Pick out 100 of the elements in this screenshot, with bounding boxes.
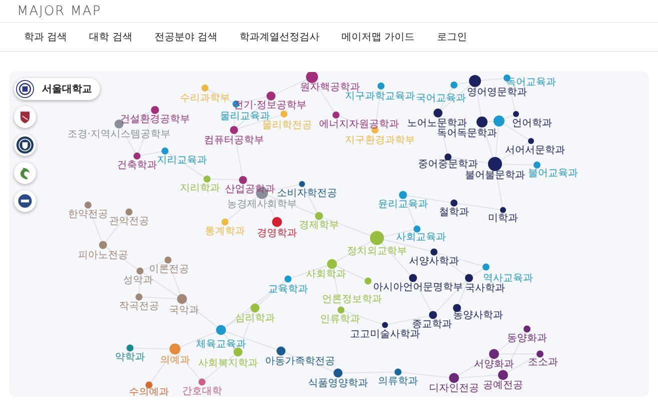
graph-node[interactable] <box>409 274 417 282</box>
graph-node[interactable] <box>146 382 152 388</box>
graph-node[interactable] <box>239 176 247 184</box>
node-label[interactable]: 한약전공 <box>68 209 108 220</box>
node-label[interactable]: 독어독문학과 <box>437 128 497 139</box>
graph-node[interactable] <box>382 322 388 328</box>
node-label[interactable]: 아시아언어문명학부 <box>373 282 463 293</box>
node-label[interactable]: 서양사학과 <box>409 256 459 267</box>
graph-node[interactable] <box>528 138 534 144</box>
graph-node[interactable] <box>453 304 461 312</box>
graph-node[interactable] <box>338 306 344 314</box>
node-label[interactable]: 언어학과 <box>512 118 552 129</box>
graph-node[interactable] <box>202 84 208 92</box>
graph-node[interactable] <box>204 176 210 182</box>
graph-node[interactable] <box>306 72 318 83</box>
graph-node[interactable] <box>469 75 481 87</box>
graph-node[interactable] <box>151 106 159 114</box>
nav-link[interactable]: 전공분야 검색 <box>154 30 218 44</box>
graph-node[interactable] <box>230 126 238 134</box>
node-label[interactable]: 서어서문학과 <box>505 145 565 156</box>
node-label[interactable]: 미학과 <box>488 213 518 224</box>
node-label[interactable]: 디자인전공 <box>429 383 479 394</box>
node-label[interactable]: 철학과 <box>439 207 469 218</box>
node-label[interactable]: 이론전공 <box>149 264 189 275</box>
graph-node[interactable] <box>222 218 228 226</box>
node-label[interactable]: 동양사학과 <box>453 310 503 321</box>
graph-node[interactable] <box>482 264 490 270</box>
graph-node[interactable] <box>394 368 402 376</box>
node-label[interactable]: 노어노문학과 <box>407 118 467 129</box>
graph-node[interactable] <box>399 191 407 199</box>
node-label[interactable]: 국사학과 <box>465 283 505 294</box>
graph-node[interactable] <box>444 154 452 160</box>
graph-node[interactable] <box>364 278 372 284</box>
node-label[interactable]: 피아노전공 <box>78 250 128 261</box>
university-button[interactable]: 서울대학교 <box>14 78 100 100</box>
node-label[interactable]: 관악전공 <box>109 216 149 227</box>
graph-node[interactable] <box>164 256 172 264</box>
university-button[interactable] <box>14 190 36 212</box>
node-label[interactable]: 소비자학전공 <box>277 188 337 199</box>
node-label[interactable]: 작곡전공 <box>119 301 159 312</box>
node-label[interactable]: 불어불문학과 <box>465 170 525 181</box>
graph-node[interactable] <box>234 348 242 356</box>
graph-node[interactable] <box>372 126 378 134</box>
node-label[interactable]: 경영학과 <box>257 228 297 239</box>
graph-node[interactable] <box>315 212 323 220</box>
node-label[interactable]: 고고미술사학과 <box>350 329 420 340</box>
graph-node[interactable] <box>334 368 342 378</box>
node-label[interactable]: 건설환경공학부 <box>120 114 190 125</box>
graph-node[interactable] <box>465 274 473 282</box>
graph-node[interactable] <box>232 100 240 108</box>
university-button[interactable] <box>14 106 36 128</box>
graph-node[interactable] <box>536 350 544 358</box>
graph-node[interactable] <box>489 349 499 359</box>
graph-node[interactable] <box>524 326 530 332</box>
node-label[interactable]: 공예전공 <box>483 380 523 391</box>
graph-node[interactable] <box>177 294 187 304</box>
graph-node[interactable] <box>429 311 437 319</box>
graph-node[interactable] <box>126 208 132 216</box>
graph-node[interactable] <box>450 200 458 206</box>
nav-link[interactable]: 학과 검색 <box>24 30 68 44</box>
graph-node[interactable] <box>280 110 288 118</box>
nav-link[interactable]: 대학 검색 <box>89 30 132 44</box>
site-title[interactable]: MAJOR MAP <box>17 4 102 18</box>
graph-node[interactable] <box>430 248 438 256</box>
graph-node[interactable] <box>284 276 292 282</box>
node-label[interactable]: 조소과 <box>528 357 558 368</box>
node-label[interactable]: 서양화과 <box>474 359 514 370</box>
graph-node[interactable] <box>434 108 442 118</box>
node-label[interactable]: 건축학과 <box>117 160 157 171</box>
graph-node[interactable] <box>299 181 305 187</box>
graph-node[interactable] <box>494 116 504 126</box>
graph-node[interactable] <box>449 373 459 383</box>
graph-node[interactable] <box>162 148 168 154</box>
nav-link[interactable]: 메이저맵 가이드 <box>342 30 415 44</box>
graph-node[interactable] <box>488 157 502 171</box>
node-label[interactable]: 산업공학과 <box>225 184 275 195</box>
graph-node[interactable] <box>276 346 286 356</box>
node-label[interactable]: 약학과 <box>115 352 145 363</box>
graph-node[interactable] <box>250 304 260 312</box>
graph-node[interactable] <box>513 111 519 117</box>
graph-node[interactable] <box>476 116 488 128</box>
node-label[interactable]: 전기·정보공학부 <box>233 100 307 111</box>
node-label[interactable]: 아동가족학전공 <box>265 356 335 367</box>
graph-node[interactable] <box>84 202 92 208</box>
node-label[interactable]: 동양화과 <box>507 333 547 344</box>
graph-node[interactable] <box>136 268 144 274</box>
graph-node[interactable] <box>272 217 282 227</box>
graph-node[interactable] <box>498 370 508 380</box>
node-label[interactable]: 간호대학 <box>182 386 222 396</box>
node-label[interactable]: 국악과 <box>169 305 199 316</box>
graph-node[interactable] <box>414 226 420 232</box>
node-label[interactable]: 의류학과 <box>378 376 418 387</box>
node-label[interactable]: 영어영문학과 <box>467 87 527 98</box>
graph-node[interactable] <box>170 344 180 354</box>
university-button[interactable] <box>14 134 36 156</box>
graph-node[interactable] <box>534 162 540 168</box>
graph-node[interactable] <box>332 112 340 118</box>
graph-node[interactable] <box>126 344 134 352</box>
node-label[interactable]: 원자핵공학과 <box>300 82 360 93</box>
graph-node[interactable] <box>216 325 226 335</box>
